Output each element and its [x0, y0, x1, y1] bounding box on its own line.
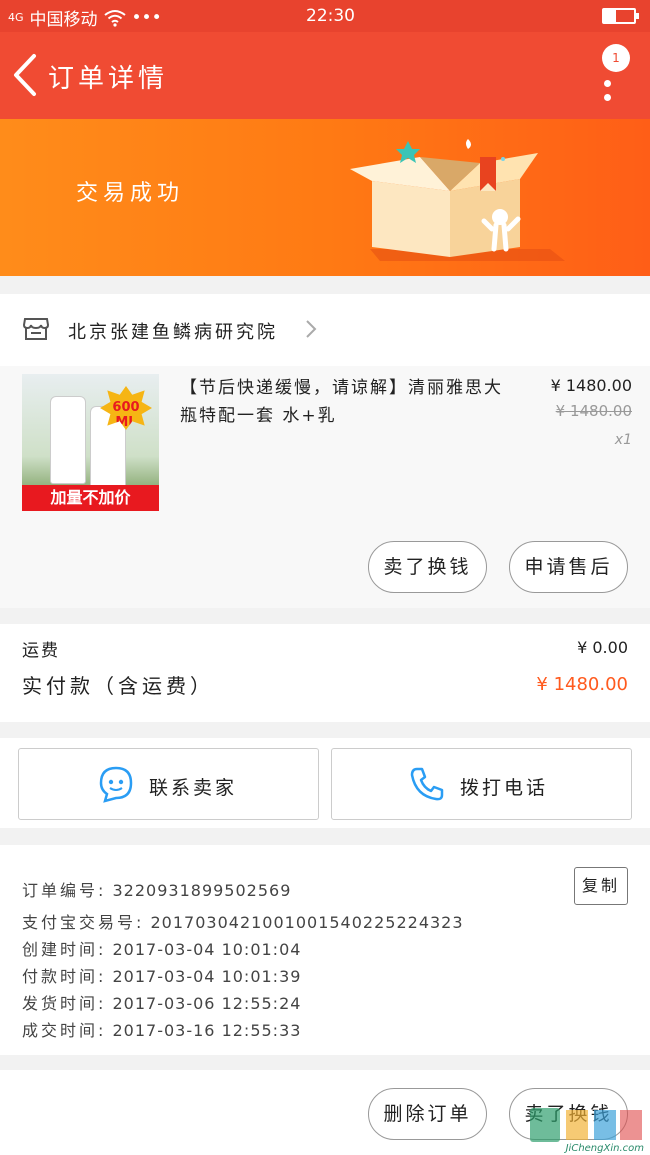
- created-time-value: 2017-03-04 10:01:04: [112, 940, 302, 959]
- copy-order-number-button[interactable]: 复制: [574, 867, 628, 905]
- order-status-text: 交易成功: [76, 181, 185, 206]
- more-menu-button[interactable]: 1: [595, 42, 631, 106]
- created-time-row: 创建时间: 2017-03-04 10:01:04: [22, 936, 301, 960]
- alipay-trade-row: 支付宝交易号: 2017030421001001540225224323: [22, 909, 464, 933]
- product-original-price: ¥ 1480.00: [555, 402, 632, 420]
- store-row[interactable]: 北京张建鱼鳞病研究院: [0, 294, 650, 366]
- status-banner: 交易成功: [0, 119, 650, 276]
- more-dot-icon: [604, 80, 611, 87]
- bottle-image: [50, 396, 86, 484]
- store-icon: [22, 318, 50, 340]
- shipping-label: 运费: [22, 641, 60, 661]
- product-title: 【节后快递缓慢，请谅解】清丽雅思大瓶特配一套 水+乳: [180, 378, 503, 426]
- watermark-text: JiChengXin.com: [565, 1143, 644, 1154]
- status-bar: 4G 中国移动 ••• 22:30: [0, 0, 650, 32]
- order-number-key: 订单编号:: [22, 881, 107, 900]
- order-number-row: 订单编号: 3220931899502569: [22, 877, 291, 901]
- parcel-box-illustration: [350, 139, 565, 261]
- status-left: 4G 中国移动 •••: [8, 5, 162, 31]
- order-info: 订单编号: 3220931899502569 复制 支付宝交易号: 201703…: [0, 845, 650, 1055]
- signal-icon: 4G: [8, 10, 24, 24]
- apply-after-sale-button[interactable]: 申请售后: [509, 541, 628, 593]
- alipay-trade-key: 支付宝交易号:: [22, 913, 145, 932]
- payment-summary: 运费 ¥ 0.00 实付款（含运费） ¥ 1480.00: [0, 624, 650, 722]
- paid-time-row: 付款时间: 2017-03-04 10:01:39: [22, 963, 301, 987]
- created-time-key: 创建时间:: [22, 940, 107, 959]
- paid-value: ¥ 1480.00: [536, 674, 628, 695]
- more-dot-icon: [604, 94, 611, 101]
- paid-label: 实付款（含运费）: [22, 674, 214, 698]
- carrier-label: 中国移动: [29, 10, 98, 30]
- completed-time-row: 成交时间: 2017-03-16 12:55:33: [22, 1017, 301, 1041]
- order-number-value: 3220931899502569: [112, 881, 292, 900]
- contact-seller-label: 联系卖家: [149, 777, 238, 799]
- page-title: 订单详情: [48, 64, 169, 94]
- wifi-icon: [103, 9, 126, 27]
- call-phone-button[interactable]: 拨打电话: [331, 748, 632, 820]
- product-item[interactable]: 600 ML 加量不加价 【节后快递缓慢，请谅解】清丽雅思大瓶特配一套 水+乳 …: [0, 366, 650, 608]
- nav-bar: 订单详情 1: [0, 32, 650, 119]
- call-phone-label: 拨打电话: [460, 777, 549, 799]
- paid-time-key: 付款时间:: [22, 967, 107, 986]
- notification-dots: •••: [131, 7, 162, 28]
- paid-time-value: 2017-03-04 10:01:39: [112, 967, 302, 986]
- completed-time-value: 2017-03-16 12:55:33: [112, 1021, 302, 1040]
- contact-seller-button[interactable]: 联系卖家: [18, 748, 319, 820]
- back-arrow-icon[interactable]: [10, 50, 40, 100]
- product-price: ¥ 1480.00: [550, 376, 632, 395]
- alipay-trade-value: 2017030421001001540225224323: [150, 913, 464, 932]
- product-quantity: x1: [614, 432, 632, 448]
- clock: 22:30: [306, 6, 355, 26]
- shipped-time-value: 2017-03-06 12:55:24: [112, 994, 302, 1013]
- product-thumbnail[interactable]: 600 ML 加量不加价: [22, 374, 159, 511]
- delete-order-button[interactable]: 删除订单: [368, 1088, 487, 1140]
- promo-caption: 加量不加价: [22, 485, 159, 511]
- shipped-time-row: 发货时间: 2017-03-06 12:55:24: [22, 990, 301, 1014]
- completed-time-key: 成交时间:: [22, 1021, 107, 1040]
- message-badge: 1: [602, 44, 630, 72]
- sell-for-cash-button[interactable]: 卖了换钱: [368, 541, 487, 593]
- shipped-time-key: 发货时间:: [22, 994, 107, 1013]
- store-name: 北京张建鱼鳞病研究院: [68, 322, 278, 343]
- shipping-value: ¥ 0.00: [577, 638, 628, 657]
- phone-icon: [410, 767, 444, 801]
- battery-icon: [602, 8, 639, 24]
- chat-bubble-icon: [99, 766, 133, 803]
- chevron-right-icon: [306, 320, 317, 338]
- contact-actions: 联系卖家 拨打电话: [0, 738, 650, 828]
